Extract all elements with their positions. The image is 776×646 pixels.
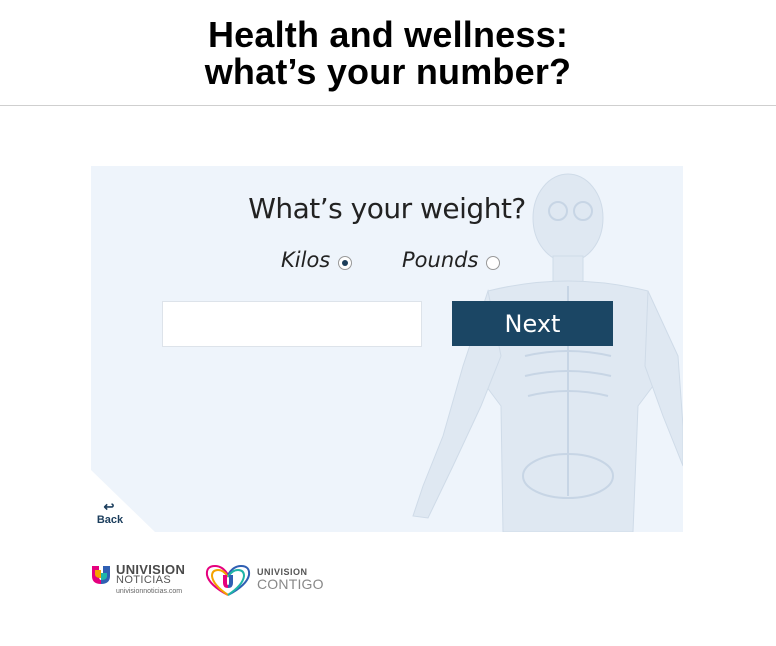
- radio-kilos[interactable]: [338, 256, 353, 270]
- footer-logos: UNIVISION NOTICIAS univisionnoticias.com…: [91, 561, 324, 599]
- unit-label-kilos: Kilos: [281, 248, 331, 272]
- next-button[interactable]: Next: [452, 301, 613, 346]
- univision-contigo-logo: UNIVISION CONTIGO: [201, 561, 324, 599]
- page-title: Health and wellness: what’s your number?: [0, 0, 776, 90]
- unit-option-pounds[interactable]: Pounds: [402, 248, 501, 272]
- weight-form-panel: What’s your weight? Kilos Pounds Next ↩ …: [91, 166, 683, 532]
- back-button[interactable]: ↩ Back: [91, 499, 127, 527]
- weight-question: What’s your weight?: [248, 192, 526, 225]
- unit-option-kilos[interactable]: Kilos: [281, 248, 353, 272]
- weight-input[interactable]: [162, 301, 422, 347]
- logo1-url: univisionnoticias.com: [116, 588, 183, 595]
- page-header: Health and wellness: what’s your number?: [0, 0, 776, 106]
- radio-pounds[interactable]: [486, 256, 501, 270]
- page-title-line-2: what’s your number?: [204, 51, 572, 92]
- page-title-line-1: Health and wellness:: [207, 14, 569, 55]
- logo1-sub: NOTICIAS: [116, 574, 172, 586]
- univision-noticias-logo: UNIVISION NOTICIAS univisionnoticias.com: [91, 561, 195, 599]
- back-label: Back: [96, 514, 124, 526]
- univision-u-icon: [92, 566, 110, 584]
- back-arrow-icon: ↩: [103, 499, 115, 514]
- contigo-heart-icon: [205, 564, 251, 596]
- unit-label-pounds: Pounds: [402, 248, 479, 272]
- radio-selected-dot: [342, 260, 349, 266]
- logo2-sub: CONTIGO: [257, 576, 324, 592]
